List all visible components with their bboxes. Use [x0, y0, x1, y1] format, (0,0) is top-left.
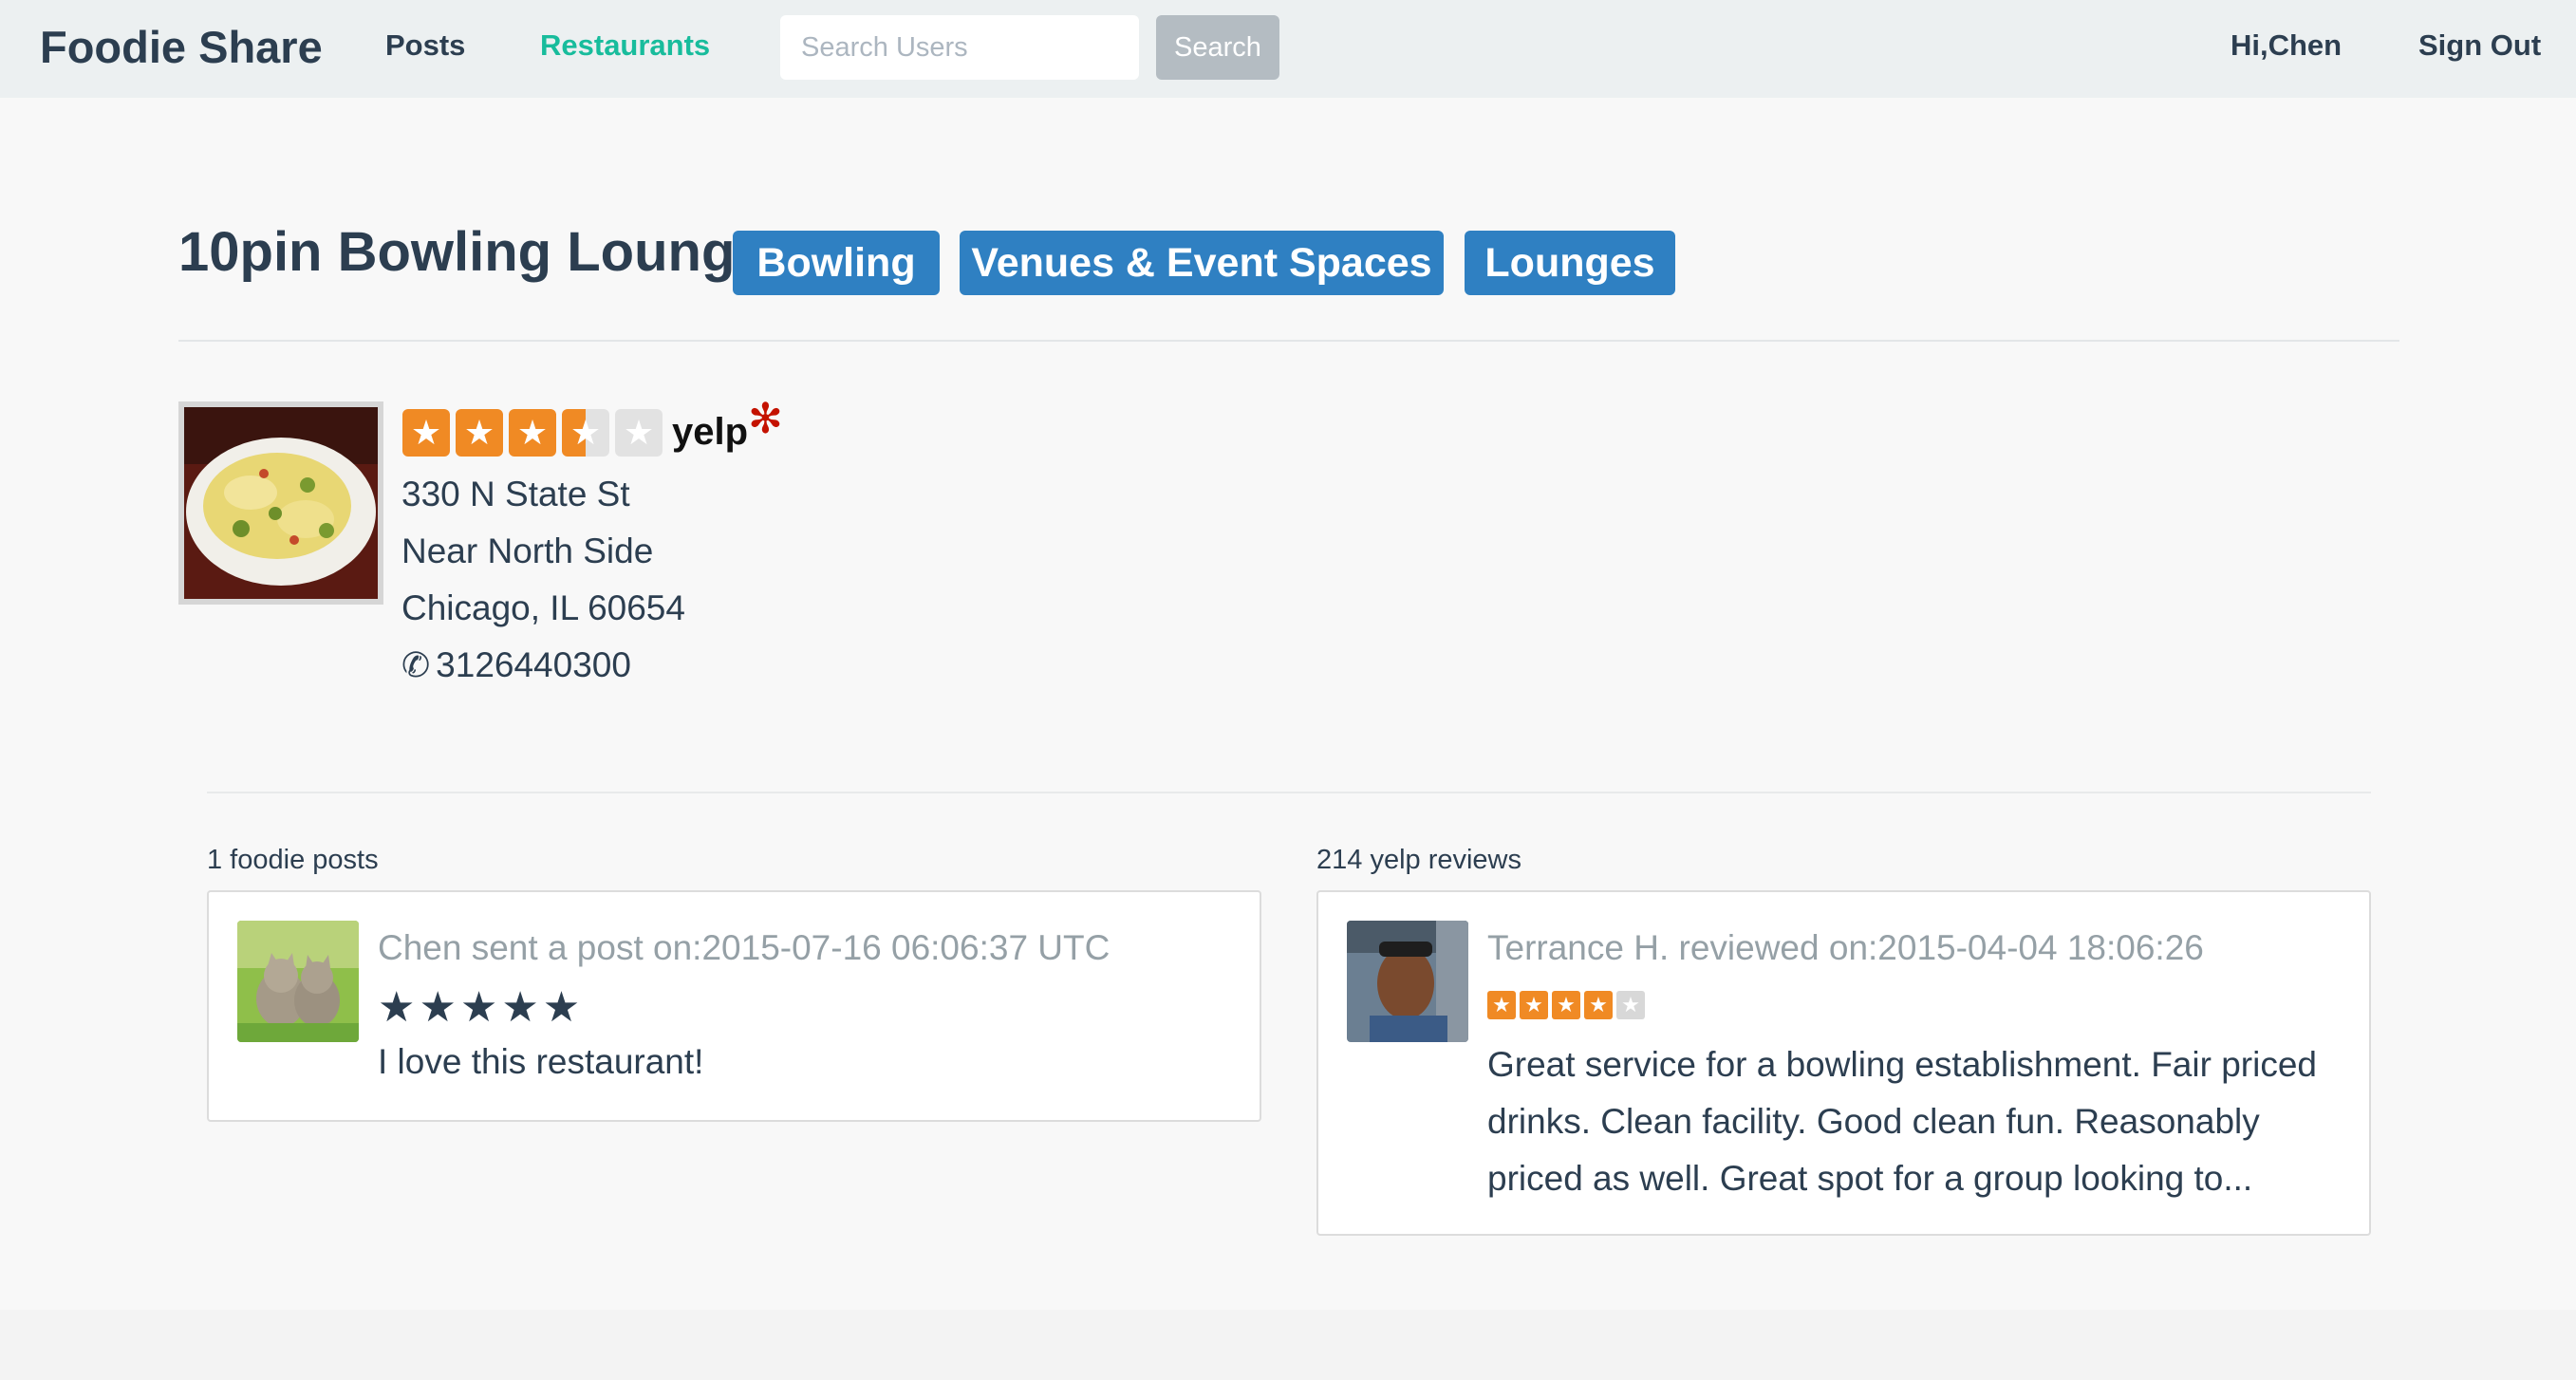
avatar[interactable] [237, 921, 359, 1042]
address-street: 330 N State St [401, 475, 630, 513]
user-greeting-link[interactable]: Hi,Chen [2231, 28, 2342, 63]
yelp-logo-icon: yelp [672, 411, 749, 453]
star-empty-icon: ★ [1616, 991, 1645, 1019]
address-city: Chicago, IL 60654 [401, 588, 685, 627]
review-rating: ★ ★ ★ ★ ★ [1487, 991, 1649, 1019]
search-button[interactable]: Search [1156, 15, 1279, 80]
avatar[interactable] [1347, 921, 1468, 1042]
phone-number[interactable]: 3126440300 [436, 645, 631, 684]
yelp-rating: ★ ★ ★ ★ ★ yelp ✻ [402, 396, 783, 457]
restaurant-name: 10pin Bowling Lounge [178, 221, 766, 283]
post-rating-stars: ★★★★★ [378, 984, 585, 1031]
star-icon: ★ [509, 408, 556, 457]
review-body: Great service for a bowling establishmen… [1487, 1045, 2317, 1198]
phone-row: ✆ 3126440300 [401, 645, 631, 685]
star-icon: ★ [1552, 991, 1580, 1019]
foodie-post-card: Chen sent a post on:2015-07-16 06:06:37 … [207, 890, 1261, 1122]
yelp-reviews-count: 214 yelp reviews [1316, 845, 1521, 875]
divider [207, 792, 2371, 793]
navbar: Foodie Share Posts Restaurants Search Hi… [0, 0, 2576, 98]
star-icon: ★ [402, 408, 450, 457]
search-users-input[interactable] [780, 15, 1139, 80]
star-icon: ★ [1520, 991, 1548, 1019]
foodie-posts-count: 1 foodie posts [207, 845, 379, 875]
post-body: I love this restaurant! [378, 1042, 704, 1081]
nav-restaurants-link[interactable]: Restaurants [540, 28, 710, 63]
category-tag-bowling[interactable]: Bowling [733, 231, 940, 295]
brand-logo[interactable]: Foodie Share [40, 21, 323, 73]
yelp-review-card: Terrance H. reviewed on:2015-04-04 18:06… [1316, 890, 2371, 1236]
star-half-icon: ★ [562, 408, 609, 457]
nav-posts-link[interactable]: Posts [385, 28, 465, 63]
phone-icon: ✆ [401, 645, 431, 684]
category-tag-venues[interactable]: Venues & Event Spaces [960, 231, 1444, 295]
star-icon: ★ [1487, 991, 1516, 1019]
page-footer-band [0, 1310, 2576, 1380]
star-icon: ★ [456, 408, 503, 457]
yelp-burst-icon: ✻ [748, 396, 783, 442]
star-icon: ★ [1584, 991, 1613, 1019]
sign-out-link[interactable]: Sign Out [2418, 28, 2541, 63]
divider [178, 340, 2399, 342]
post-meta: Chen sent a post on:2015-07-16 06:06:37 … [378, 928, 1111, 967]
star-empty-icon: ★ [615, 408, 663, 457]
category-tag-lounges[interactable]: Lounges [1465, 231, 1675, 295]
review-meta: Terrance H. reviewed on:2015-04-04 18:06… [1487, 928, 2204, 967]
restaurant-photo [178, 401, 383, 605]
address-neighborhood: Near North Side [401, 531, 654, 570]
